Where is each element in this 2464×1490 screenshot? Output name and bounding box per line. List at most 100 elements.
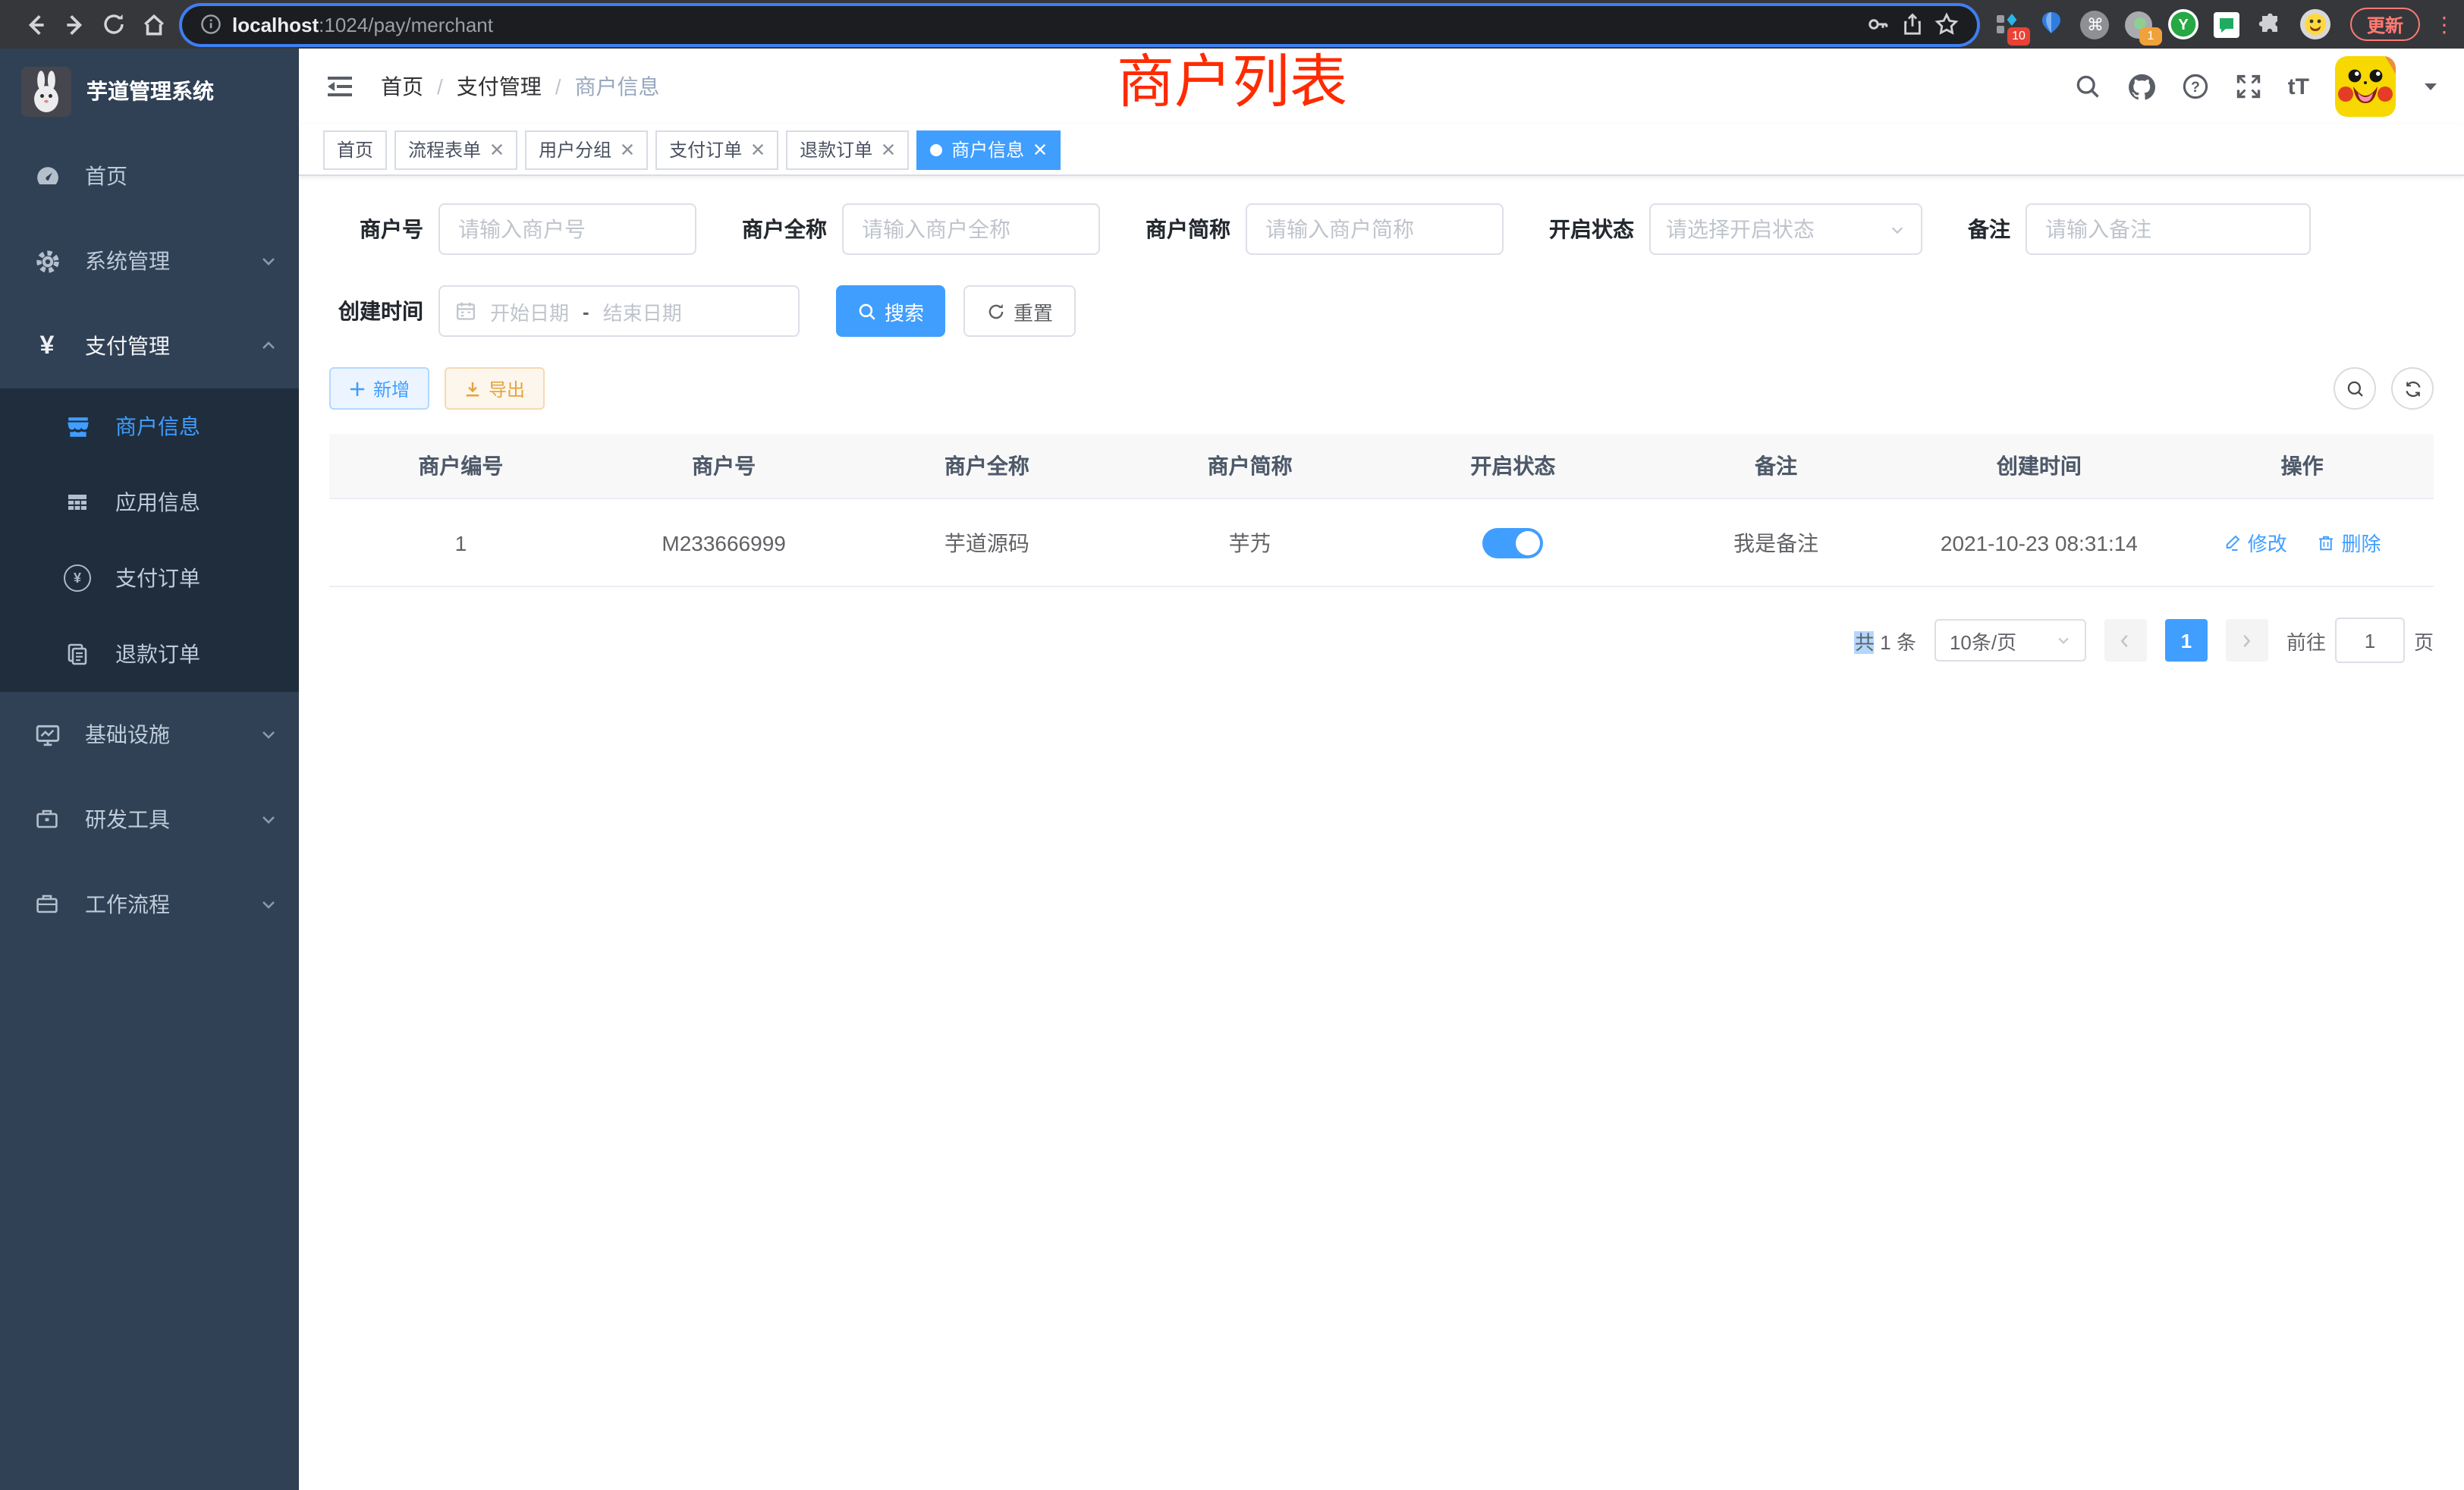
breadcrumb-separator: / [437,74,443,99]
extension-command-icon[interactable]: ⌘ [2080,9,2110,39]
browser-menu-icon[interactable]: ⋮ [2434,11,2449,37]
refresh-button[interactable] [2391,367,2434,410]
sidebar-logo[interactable]: 芋道管理系统 [0,49,299,134]
search-button[interactable]: 搜索 [836,285,945,337]
delete-label: 删除 [2342,528,2381,557]
merchant-no-input[interactable] [438,203,696,255]
sidebar-item-infra[interactable]: 基础设施 [0,692,299,777]
hide-search-button[interactable] [2334,367,2376,410]
status-select[interactable]: 请选择开启状态 [1649,203,1922,255]
date-separator: - [583,300,589,322]
chevron-up-icon [259,337,278,355]
pagination-goto: 前往 页 [2286,618,2434,663]
prev-page-button[interactable] [2104,619,2147,662]
next-page-button[interactable] [2226,619,2268,662]
star-icon[interactable] [1934,12,1959,36]
sidebar-item-pay[interactable]: ¥ 支付管理 [0,303,299,388]
breadcrumb-pay[interactable]: 支付管理 [457,71,542,102]
remark-input[interactable] [2026,203,2311,255]
share-icon[interactable] [1901,12,1924,36]
full-name-input[interactable] [842,203,1100,255]
status-toggle[interactable] [1482,527,1543,558]
add-button-label: 新增 [373,376,410,401]
sidebar-item-merchant-info[interactable]: 商户信息 [0,388,299,464]
delete-link[interactable]: 删除 [2318,528,2381,557]
url-bar[interactable]: localhost:1024/pay/merchant [182,5,1977,43]
sidebar-item-label: 系统管理 [85,246,170,276]
tab-user-group[interactable]: 用户分组 [525,130,648,169]
cell-merchant-no: M233666999 [592,498,856,586]
tab-label: 用户分组 [539,137,611,162]
filter-full-name: 商户全称 [742,203,1100,255]
cell-full-name: 芋道源码 [856,498,1119,586]
profile-avatar[interactable] [2300,9,2330,39]
tab-merchant-info[interactable]: 商户信息 [916,130,1061,169]
page-size-select[interactable]: 10条/页 [1934,619,2086,662]
home-icon[interactable] [134,5,173,44]
chevron-down-icon [2056,633,2071,648]
close-icon[interactable] [490,143,504,156]
sidebar-item-home[interactable]: 首页 [0,134,299,218]
export-button[interactable]: 导出 [445,367,545,410]
close-icon[interactable] [621,143,634,156]
extension-balloon-icon[interactable] [2036,9,2066,39]
breadcrumb-home[interactable]: 首页 [381,71,423,102]
edit-link[interactable]: 修改 [2224,528,2287,557]
dashboard-icon [30,163,64,189]
search-icon[interactable] [2074,73,2101,100]
fullscreen-icon[interactable] [2235,73,2262,100]
pagination: 共 1 条 10条/页 1 前往 [329,618,2434,663]
col-create-time: 创建时间 [1908,434,2171,498]
sidebar-item-workflow[interactable]: 工作流程 [0,862,299,947]
sidebar-item-pay-order[interactable]: ¥ 支付订单 [0,540,299,616]
tab-home[interactable]: 首页 [323,130,387,169]
extension-recorder-icon[interactable]: 1 [2124,9,2154,39]
short-name-input[interactable] [1246,203,1504,255]
close-icon[interactable] [882,143,895,156]
github-icon[interactable] [2127,72,2156,101]
back-icon[interactable] [15,5,55,44]
goto-page-input[interactable] [2335,618,2405,663]
caret-down-icon[interactable] [2422,77,2440,96]
sidebar-item-label: 研发工具 [85,804,170,835]
reload-icon[interactable] [94,5,134,44]
extension-grid-icon[interactable]: 10 [1992,9,2022,39]
date-range-picker[interactable]: 开始日期 - 结束日期 [438,285,800,337]
forward-icon[interactable] [55,5,94,44]
sidebar-toggle-icon[interactable] [323,70,357,103]
sidebar-item-label: 基础设施 [85,719,170,750]
extensions-puzzle-icon[interactable] [2256,9,2286,39]
filter-row-2: 创建时间 开始日期 - 结束日期 搜索 [329,285,2434,337]
sidebar-item-app-info[interactable]: 应用信息 [0,464,299,540]
field-label: 商户号 [329,214,423,244]
close-icon[interactable] [751,143,765,156]
tab-label: 商户信息 [951,137,1024,162]
tab-refund-order[interactable]: 退款订单 [786,130,909,169]
key-icon[interactable] [1866,12,1890,36]
merchant-table: 商户编号 商户号 商户全称 商户简称 开启状态 备注 创建时间 操作 1 [329,434,2434,587]
font-size-icon[interactable]: tT [2288,74,2309,99]
sidebar-item-refund-order[interactable]: 退款订单 [0,616,299,692]
info-icon[interactable] [200,14,222,35]
tags-view-bar: 首页 流程表单 用户分组 支付订单 退款订单 商户信息 [299,124,2464,176]
user-avatar[interactable] [2335,56,2396,117]
table-tools [2334,367,2434,410]
page-number-1[interactable]: 1 [2165,619,2208,662]
screen: localhost:1024/pay/merchant 10 ⌘ [0,0,2464,1490]
reset-button[interactable]: 重置 [963,285,1076,337]
tab-process-form[interactable]: 流程表单 [394,130,517,169]
extension-y-icon[interactable]: Y [2168,9,2198,39]
browser-update-button[interactable]: 更新 [2350,8,2420,41]
update-label: 更新 [2367,11,2403,37]
svg-text:Y: Y [2178,17,2189,33]
cell-actions: 修改 删除 [2170,498,2434,586]
field-label: 商户全称 [742,214,827,244]
close-icon[interactable] [1033,143,1047,156]
tab-pay-order[interactable]: 支付订单 [655,130,778,169]
extension-chat-icon[interactable] [2212,9,2242,39]
sidebar-item-devtools[interactable]: 研发工具 [0,777,299,862]
help-icon[interactable]: ? [2182,73,2209,100]
add-button[interactable]: 新增 [329,367,429,410]
trash-icon [2318,533,2336,552]
sidebar-item-system[interactable]: 系统管理 [0,218,299,303]
